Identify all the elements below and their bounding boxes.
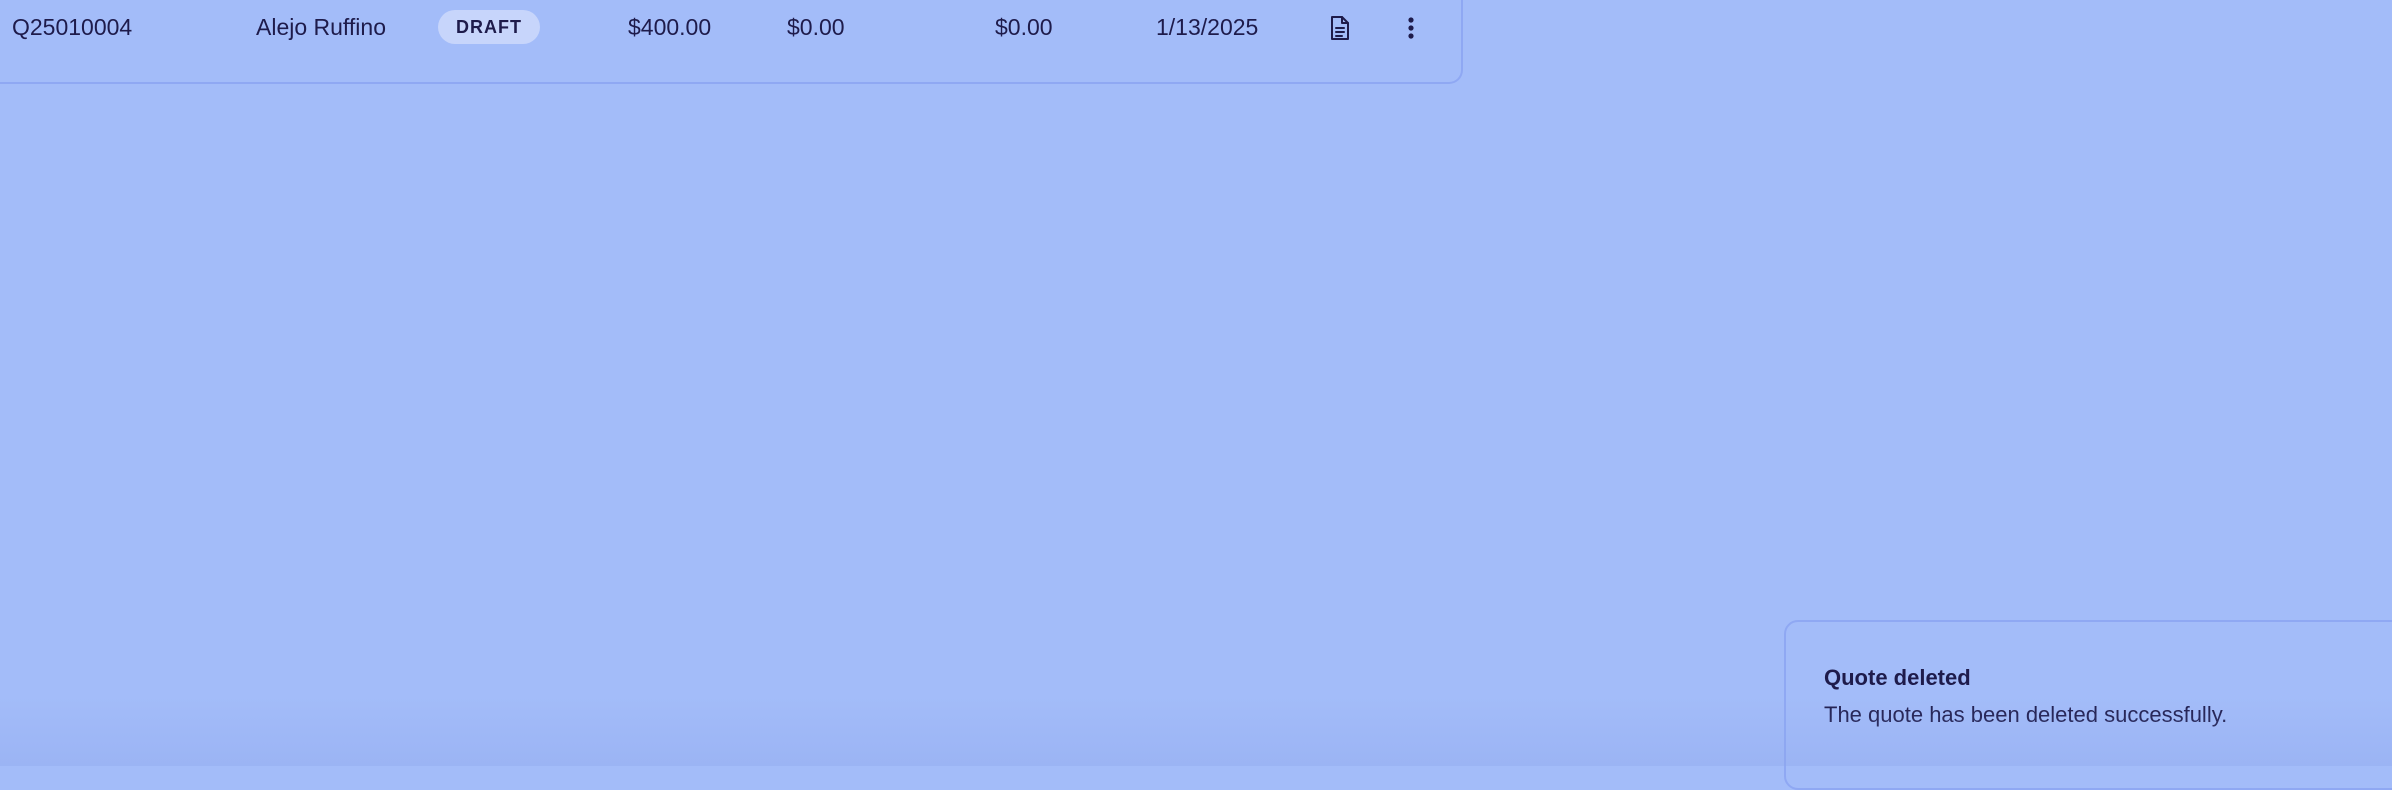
client-name: Alejo Ruffino <box>256 14 386 40</box>
discount-value: $0.00 <box>995 14 1053 40</box>
table-row[interactable]: Q25010004 Alejo Ruffino DRAFT $400.00 $0… <box>0 0 1463 56</box>
document-icon <box>1331 16 1349 40</box>
quotes-table-card: Q25010004 Alejo Ruffino DRAFT $400.00 $0… <box>0 0 1463 84</box>
tax-value: $0.00 <box>787 14 845 40</box>
quote-number[interactable]: Q25010004 <box>12 12 132 42</box>
toast-title: Quote deleted <box>1824 665 1971 690</box>
toast-notification: Quote deleted The quote has been deleted… <box>1784 620 2392 790</box>
amount-value: $400.00 <box>628 14 712 40</box>
status-badge: DRAFT <box>438 10 540 44</box>
date-value: 1/13/2025 <box>1156 14 1259 40</box>
toast-message: The quote has been deleted successfully. <box>1824 702 2228 727</box>
more-actions-button[interactable] <box>1395 12 1427 44</box>
more-vertical-icon <box>1408 17 1414 39</box>
view-quote-button[interactable] <box>1324 12 1356 44</box>
